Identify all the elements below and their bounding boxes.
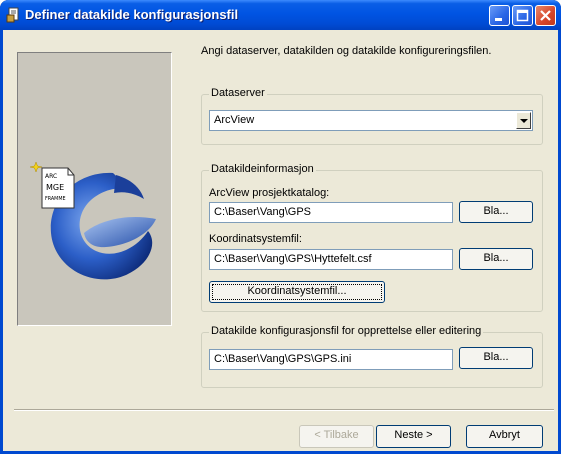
- dataserver-group-title: Dataserver: [209, 87, 267, 99]
- coordinate-file-input[interactable]: C:\Baser\Vang\GPS\Hyttefelt.csf: [209, 249, 453, 270]
- coordinate-system-button[interactable]: Koordinatsystemfil...: [209, 281, 385, 303]
- maximize-icon: [516, 9, 529, 22]
- dialog-body: ARC MGE FRAMME Angi dataserver, datakild…: [3, 30, 558, 451]
- config-file-input[interactable]: C:\Baser\Vang\GPS\GPS.ini: [209, 349, 453, 370]
- close-icon: [540, 10, 551, 21]
- close-button[interactable]: [535, 5, 556, 26]
- dialog-window: Definer datakilde konfigurasjonsfil ARC …: [0, 0, 561, 454]
- doc-line-framme: FRAMME: [45, 196, 66, 202]
- minimize-button[interactable]: [489, 5, 510, 26]
- doc-line-arc: ARC: [45, 173, 57, 180]
- browse-config-button[interactable]: Bla...: [459, 347, 533, 369]
- doc-line-mge: MGE: [46, 183, 64, 192]
- config-file-group-title: Datakilde konfigurasjonsfil for opprette…: [209, 325, 484, 337]
- next-button[interactable]: Neste >: [376, 425, 451, 448]
- datasource-info-group-title: Datakildeinformasjon: [209, 163, 316, 175]
- dataserver-selected-value: ArcView: [214, 114, 255, 126]
- sparkle-icon: [29, 161, 43, 173]
- geomedia-logo-icon: ARC MGE FRAMME: [29, 161, 156, 280]
- title-bar[interactable]: Definer datakilde konfigurasjonsfil: [0, 0, 561, 30]
- dropdown-arrow-icon[interactable]: [516, 112, 531, 129]
- minimize-icon: [495, 18, 502, 21]
- footer-separator: [14, 409, 554, 411]
- coordinate-file-label: Koordinatsystemfil:: [209, 233, 302, 245]
- maximize-button[interactable]: [512, 5, 533, 26]
- app-icon: [6, 7, 19, 23]
- wizard-illustration: ARC MGE FRAMME: [17, 52, 172, 326]
- cancel-button[interactable]: Avbryt: [466, 425, 543, 448]
- window-title: Definer datakilde konfigurasjonsfil: [25, 7, 239, 22]
- project-folder-input[interactable]: C:\Baser\Vang\GPS: [209, 202, 453, 223]
- instruction-text: Angi dataserver, datakilden og datakilde…: [201, 45, 492, 57]
- project-folder-label: ArcView prosjektkatalog:: [209, 187, 330, 199]
- dataserver-dropdown[interactable]: ArcView: [209, 110, 533, 131]
- back-button[interactable]: < Tilbake: [299, 425, 374, 448]
- browse-coordinate-button[interactable]: Bla...: [459, 248, 533, 270]
- browse-project-button[interactable]: Bla...: [459, 201, 533, 223]
